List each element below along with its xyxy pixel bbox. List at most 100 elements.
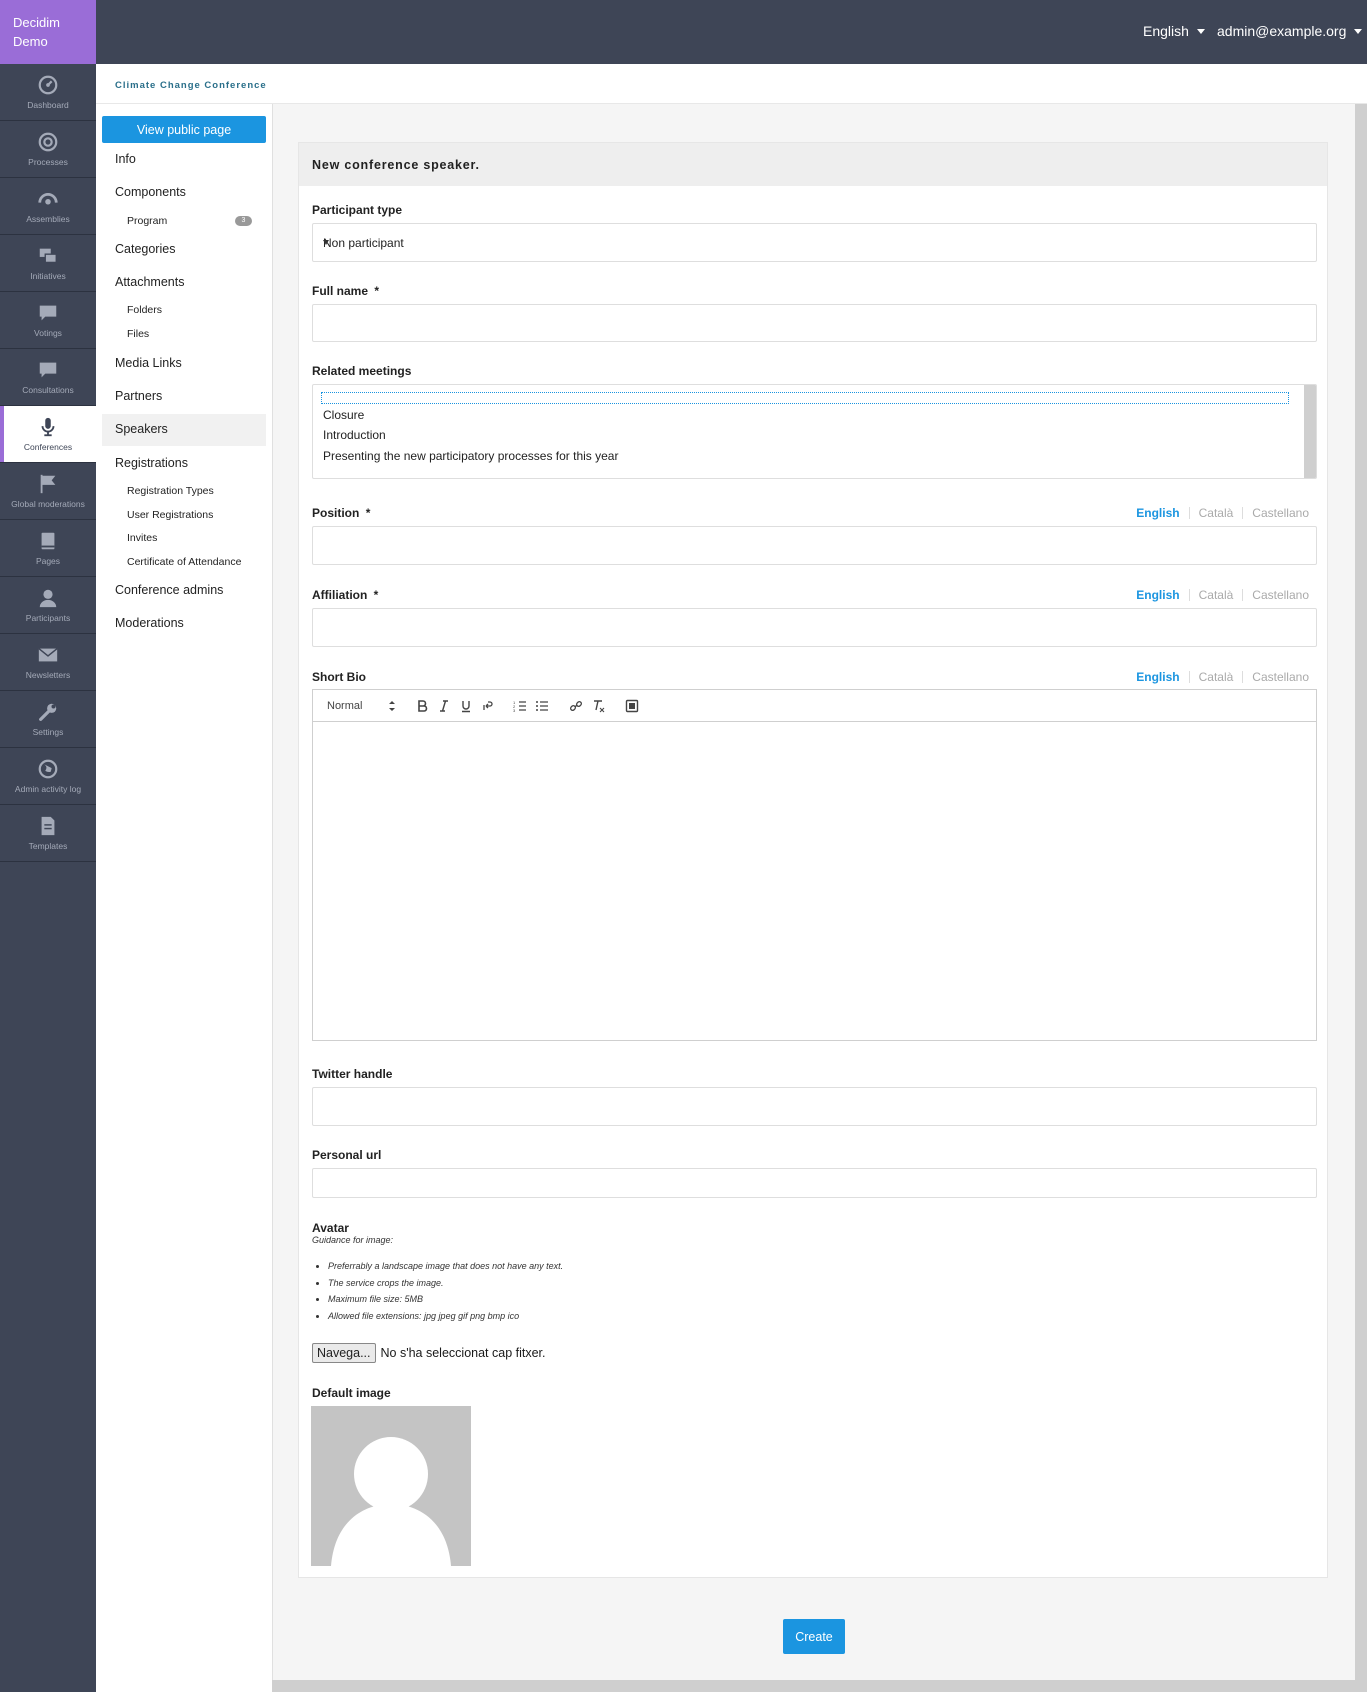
sidebar-item-files[interactable]: Files <box>127 328 149 340</box>
guidance-item: Preferrably a landscape image that does … <box>328 1261 563 1278</box>
sidebar-item-moderations[interactable]: Moderations <box>115 616 184 630</box>
sidebar-item-media-links[interactable]: Media Links <box>115 356 182 370</box>
nav-initiatives[interactable]: Initiatives <box>0 235 96 292</box>
sidebar-item-certificate[interactable]: Certificate of Attendance <box>127 556 241 568</box>
space-title[interactable]: Climate Change Conference <box>115 80 267 91</box>
nav-participants[interactable]: Participants <box>0 577 96 634</box>
bold-icon[interactable] <box>415 699 429 713</box>
bullet-list-icon[interactable] <box>535 699 549 713</box>
underline-icon[interactable] <box>459 699 473 713</box>
italic-icon[interactable] <box>437 699 451 713</box>
link-break-icon[interactable] <box>480 699 494 713</box>
guidance-title: Guidance for image: <box>312 1235 394 1245</box>
horizontal-scrollbar[interactable] <box>272 1680 1355 1692</box>
chevron-down-icon <box>1196 28 1205 34</box>
nav-newsletters[interactable]: Newsletters <box>0 634 96 691</box>
tab-castellano[interactable]: Castellano <box>1252 588 1309 602</box>
nav-pages[interactable]: Pages <box>0 520 96 577</box>
sidebar-item-attachments[interactable]: Attachments <box>115 275 184 289</box>
nav-processes[interactable]: Processes <box>0 121 96 178</box>
nav-consultations[interactable]: Consultations <box>0 349 96 406</box>
processes-icon <box>38 132 58 152</box>
sidebar-item-categories[interactable]: Categories <box>115 242 175 256</box>
speaker-form-card: New conference speaker. Participant type… <box>298 142 1328 1578</box>
tab-catala[interactable]: Català <box>1199 506 1234 520</box>
sidebar-item-conference-admins[interactable]: Conference admins <box>115 583 223 597</box>
consultations-icon <box>39 362 57 378</box>
format-select[interactable]: Normal <box>327 700 362 712</box>
sidebar-item-program[interactable]: Program <box>127 215 167 227</box>
nav-conferences[interactable]: Conferences <box>0 406 96 463</box>
envelope-icon <box>38 648 58 662</box>
nav-consultations-label: Consultations <box>22 385 74 395</box>
select-updown-icon <box>389 701 395 711</box>
meetings-scrollbar[interactable] <box>1304 385 1316 478</box>
sidebar-item-components[interactable]: Components <box>115 185 186 199</box>
meeting-option-presenting[interactable]: Presenting the new participatory process… <box>323 449 618 463</box>
breadcrumb: Climate Change Conference <box>96 64 1367 104</box>
user-dropdown[interactable]: admin@example.org <box>1217 23 1363 39</box>
personal-url-label: Personal url <box>312 1148 382 1162</box>
default-avatar-image <box>311 1406 471 1566</box>
video-icon[interactable] <box>625 699 639 713</box>
tab-english[interactable]: English <box>1136 506 1179 520</box>
sidebar-item-registrations[interactable]: Registrations <box>115 456 188 470</box>
create-button[interactable]: Create <box>783 1619 845 1654</box>
tab-castellano[interactable]: Castellano <box>1252 506 1309 520</box>
affiliation-input[interactable] <box>312 608 1317 647</box>
twitter-label: Twitter handle <box>312 1067 393 1081</box>
top-bar: English admin@example.org <box>96 0 1367 64</box>
clear-format-icon[interactable] <box>591 699 605 713</box>
guidance-item: Allowed file extensions: jpg jpeg gif pn… <box>328 1311 563 1328</box>
svg-text:3: 3 <box>513 708 516 713</box>
tab-english[interactable]: English <box>1136 670 1179 684</box>
full-name-input[interactable] <box>312 304 1317 342</box>
participant-type-select[interactable]: Non participant <box>312 223 1317 262</box>
tab-english[interactable]: English <box>1136 588 1179 602</box>
sidebar-item-user-registrations[interactable]: User Registrations <box>127 509 213 521</box>
nav-dashboard[interactable]: Dashboard <box>0 64 96 121</box>
personal-url-input[interactable] <box>312 1168 1317 1198</box>
brand-logo[interactable]: Decidim Demo <box>0 0 96 64</box>
twitter-input[interactable] <box>312 1087 1317 1126</box>
sidebar-item-registration-types[interactable]: Registration Types <box>127 485 214 497</box>
full-name-label: Full name * <box>312 284 379 298</box>
nav-settings[interactable]: Settings <box>0 691 96 748</box>
nav-admin-activity-log-label: Admin activity log <box>14 784 82 794</box>
tab-castellano[interactable]: Castellano <box>1252 670 1309 684</box>
meeting-option-introduction[interactable]: Introduction <box>323 428 386 442</box>
nav-assemblies[interactable]: Assemblies <box>0 178 96 235</box>
nav-templates[interactable]: Templates <box>0 805 96 862</box>
card-header: New conference speaker. <box>299 143 1327 186</box>
meeting-option-closure[interactable]: Closure <box>323 408 364 422</box>
affiliation-language-tabs: English Català Castellano <box>1136 588 1309 602</box>
nav-admin-activity-log[interactable]: Admin activity log <box>0 748 96 805</box>
avatar-label: Avatar <box>312 1221 349 1235</box>
sidebar-item-partners[interactable]: Partners <box>115 389 162 403</box>
main-sidebar: Decidim Demo Dashboard Processes Assembl… <box>0 0 97 1692</box>
select-arrow-icon <box>323 240 329 245</box>
position-input[interactable] <box>312 526 1317 565</box>
nav-global-moderations[interactable]: Global moderations <box>0 463 96 520</box>
language-dropdown[interactable]: English <box>1143 23 1205 39</box>
view-public-page-button[interactable]: View public page <box>102 116 266 143</box>
short-bio-label: Short Bio <box>312 670 366 684</box>
sidebar-item-speakers[interactable]: Speakers <box>115 422 168 436</box>
link-icon[interactable] <box>569 699 583 713</box>
nav-votings[interactable]: Votings <box>0 292 96 349</box>
tab-catala[interactable]: Català <box>1199 588 1234 602</box>
sidebar-item-info[interactable]: Info <box>115 152 136 166</box>
meeting-option-blank[interactable] <box>321 392 1289 404</box>
short-bio-language-tabs: English Català Castellano <box>1136 670 1309 684</box>
browse-button[interactable]: Navega... <box>312 1343 376 1363</box>
sidebar-item-folders[interactable]: Folders <box>127 304 162 316</box>
short-bio-editor[interactable] <box>312 721 1317 1041</box>
tab-catala[interactable]: Català <box>1199 670 1234 684</box>
microphone-icon <box>41 417 55 437</box>
avatar-guidance: Guidance for image: Preferrably a landsc… <box>312 1235 563 1327</box>
initiatives-icon <box>39 248 57 264</box>
page-scrollbar[interactable] <box>1355 104 1367 1692</box>
ordered-list-icon[interactable]: 123 <box>513 699 527 713</box>
sidebar-item-invites[interactable]: Invites <box>127 532 157 544</box>
related-meetings-multiselect[interactable]: Closure Introduction Presenting the new … <box>312 384 1317 479</box>
